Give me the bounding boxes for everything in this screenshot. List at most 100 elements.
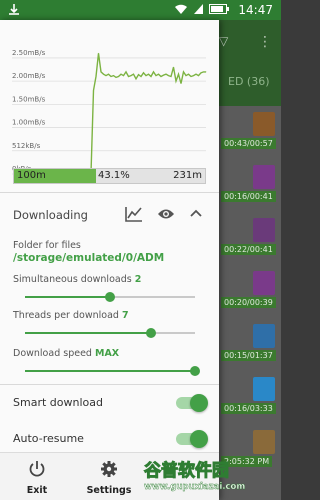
chart-point [175,80,177,82]
progress-percent: 43.1% [98,170,130,181]
background-time: 00:16/03:33 [221,403,276,414]
background-row: 00:16/00:41 [219,161,281,217]
divider [0,192,219,193]
chart-point [190,76,192,77]
chart-point [170,76,172,77]
background-thumbnail [253,271,275,295]
slider-fill [25,370,195,372]
signal-icon [194,4,203,14]
speed-label-text: Download speed [13,348,92,359]
threads-slider[interactable] [25,326,195,340]
simultaneous-slider[interactable] [25,290,195,304]
chart-ytick-label: 1.00mB/s [12,119,46,127]
chart-point [103,73,104,75]
chart-point [150,76,152,77]
settings-button[interactable]: Settings [74,453,144,500]
chart-ytick-label: 2.00mB/s [12,72,46,80]
smart-download-toggle[interactable] [176,394,208,412]
chart-point [110,76,112,77]
simultaneous-value: 2 [134,274,142,285]
chart-point [100,71,102,73]
chart-point [123,75,124,76]
watermark-text: 谷普软件园 [144,461,230,482]
downloading-header[interactable]: Downloading [0,198,219,232]
progress-downloaded: 100m [17,170,46,181]
status-clock: 14:47 [238,3,273,17]
notification-icon [9,4,19,15]
chart-point [200,72,202,74]
background-tab: ED (36) [228,75,270,88]
chart-point [173,66,174,68]
chart-point [138,74,139,75]
download-progress-bar: 100m 43.1% 231m [13,168,206,184]
slider-thumb[interactable] [145,328,156,338]
auto-resume-label: Auto-resume [13,432,84,445]
chart-point [115,77,117,78]
chart-point [130,75,132,76]
downloading-title: Downloading [13,208,88,222]
battery-icon [209,4,229,14]
slider-thumb[interactable] [105,292,115,302]
chart-point [120,73,122,75]
speed-value: MAX [94,348,120,359]
speed-slider[interactable] [25,364,200,378]
background-thumbnail [253,112,275,136]
chart-point [140,76,142,77]
chart-point [168,75,169,76]
background-thumbnail [253,430,275,454]
chart-point [135,78,137,80]
eye-icon[interactable] [157,208,175,220]
chart-point [178,73,179,75]
chart-point [203,71,204,73]
watermark: 谷普软件园 www.gupuxiazai.com [144,456,278,500]
threads-value: 7 [121,310,129,321]
chart-ytick-label: 1.50mB/s [12,95,46,103]
background-time: 00:43/00:57 [221,138,276,149]
smart-download-label: Smart download [13,396,103,409]
chart-point [108,73,109,75]
chart-point [195,73,197,75]
threads-label: Threads per download 7 [13,310,129,321]
exit-button[interactable]: Exit [2,453,72,500]
chart-point [158,73,159,75]
background-row: 00:16/03:33 [219,373,281,429]
speed-chart: 2.50mB/s2.00mB/s1.50mB/s1.00mB/s512kB/s0… [12,49,207,175]
background-thumbnail [253,165,275,189]
chevron-up-icon[interactable] [190,209,202,217]
status-bar: 14:47 [0,0,281,20]
slider-thumb[interactable] [190,366,200,376]
progress-total: 231m [173,170,202,181]
chart-series-line [56,53,206,175]
smart-download-row[interactable]: Smart download [13,392,208,414]
background-row: 00:43/00:57 [219,108,281,164]
auto-resume-toggle[interactable] [176,430,208,448]
chart-point [160,76,162,77]
chart-point [145,75,147,76]
background-row: 00:20/00:39 [219,267,281,323]
chart-point [93,90,94,91]
threads-label-text: Threads per download [13,310,119,321]
auto-resume-row[interactable]: Auto-resume [13,428,208,450]
more-icon: ⋮ [258,34,272,50]
simultaneous-label: Simultaneous downloads 2 [13,274,141,285]
chart-ytick-label: 2.50mB/s [12,49,46,57]
chart-point [165,73,167,75]
chart-point [125,71,127,73]
background-time: 00:20/00:39 [221,297,276,308]
background-time: 00:16/00:41 [221,191,276,202]
gear-icon [101,461,117,477]
line-chart-icon[interactable] [125,206,143,222]
background-thumbnail [253,218,275,242]
chart-point [113,75,114,76]
chart-point [148,73,149,75]
folder-path[interactable]: /storage/emulated/0/ADM [13,252,164,264]
settings-label: Settings [86,485,132,496]
background-time: 00:22/00:41 [221,244,276,255]
speed-label: Download speed MAX [13,348,119,359]
wifi-icon [175,4,187,14]
chart-point [188,73,189,75]
chart-point [185,75,187,76]
background-thumbnail [253,377,275,401]
toggle-knob [190,394,208,412]
chart-point [133,73,134,75]
